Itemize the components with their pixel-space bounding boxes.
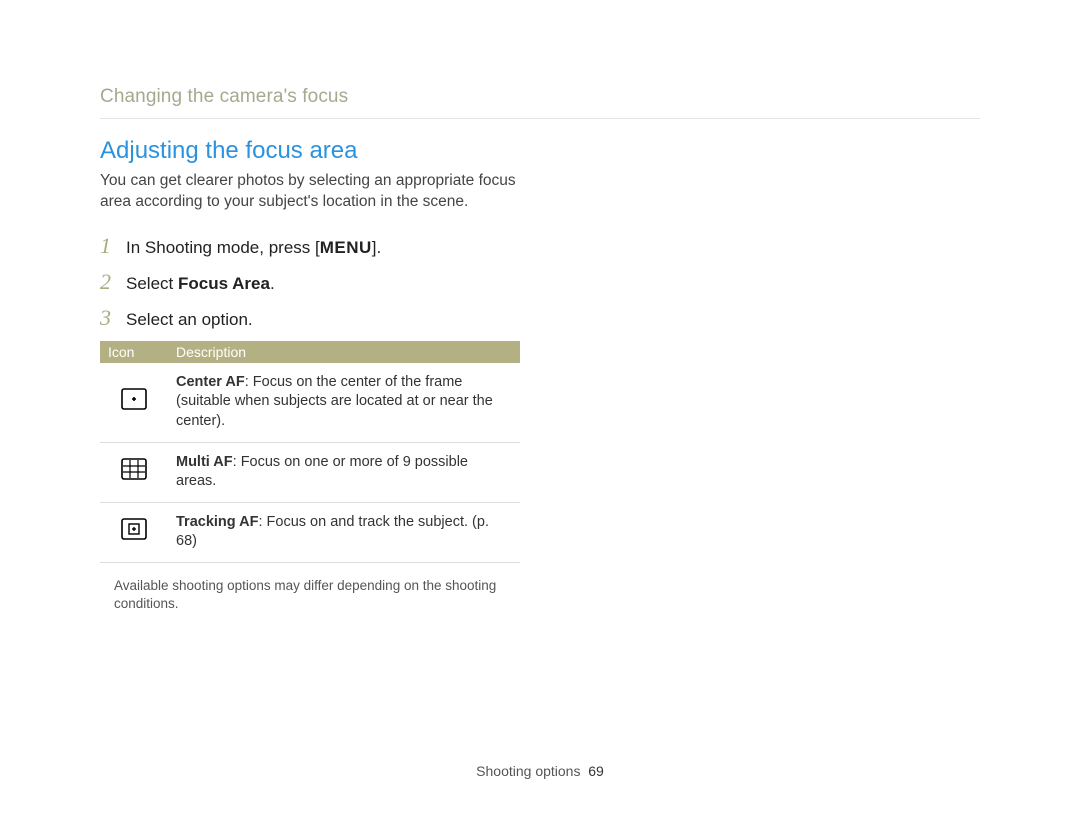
intro-text: You can get clearer photos by selecting … — [100, 171, 530, 213]
cell-icon — [100, 363, 168, 442]
breadcrumb: Changing the camera's focus — [100, 86, 1080, 108]
option-name: Tracking AF — [176, 514, 258, 530]
cell-description: Tracking AF: Focus on and track the subj… — [168, 502, 520, 562]
step-text: Select an option. — [126, 310, 253, 330]
step-text: Select Focus Area. — [126, 274, 275, 294]
multi-af-icon — [121, 458, 147, 480]
section-title: Adjusting the focus area — [100, 137, 1080, 165]
steps-list: 1 In Shooting mode, press [MENU]. 2 Sele… — [100, 233, 1080, 331]
column-header-icon: Icon — [100, 341, 168, 363]
step-1-pre: In Shooting mode, press [ — [126, 238, 320, 257]
options-table: Icon Description Center AF: Focus on t — [100, 341, 520, 563]
page-footer: Shooting options 69 — [0, 763, 1080, 779]
cell-icon — [100, 442, 168, 502]
step-3: 3 Select an option. — [100, 305, 1080, 331]
step-number: 1 — [100, 233, 126, 259]
cell-description: Center AF: Focus on the center of the fr… — [168, 363, 520, 442]
note-text: Available shooting options may differ de… — [114, 577, 514, 613]
page-number: 69 — [588, 763, 604, 779]
step-text: In Shooting mode, press [MENU]. — [126, 238, 381, 258]
divider — [100, 118, 980, 119]
column-header-description: Description — [168, 341, 520, 363]
step-number: 2 — [100, 269, 126, 295]
table-row: Multi AF: Focus on one or more of 9 poss… — [100, 442, 520, 502]
step-2: 2 Select Focus Area. — [100, 269, 1080, 295]
step-1-post: ]. — [372, 238, 381, 257]
table-row: Center AF: Focus on the center of the fr… — [100, 363, 520, 442]
option-name: Multi AF — [176, 454, 233, 470]
table-header-row: Icon Description — [100, 341, 520, 363]
footer-label: Shooting options — [476, 763, 580, 779]
option-name: Center AF — [176, 374, 245, 390]
step-number: 3 — [100, 305, 126, 331]
menu-button-label: MENU — [320, 238, 372, 258]
center-af-icon — [121, 388, 147, 410]
step-2-strong: Focus Area — [178, 274, 270, 293]
step-2-pre: Select — [126, 274, 178, 293]
cell-icon — [100, 502, 168, 562]
step-1: 1 In Shooting mode, press [MENU]. — [100, 233, 1080, 259]
manual-page: Changing the camera's focus Adjusting th… — [0, 0, 1080, 815]
step-3-pre: Select an option. — [126, 310, 253, 329]
cell-description: Multi AF: Focus on one or more of 9 poss… — [168, 442, 520, 502]
table-row: Tracking AF: Focus on and track the subj… — [100, 502, 520, 562]
step-2-post: . — [270, 274, 275, 293]
tracking-af-icon — [121, 518, 147, 540]
